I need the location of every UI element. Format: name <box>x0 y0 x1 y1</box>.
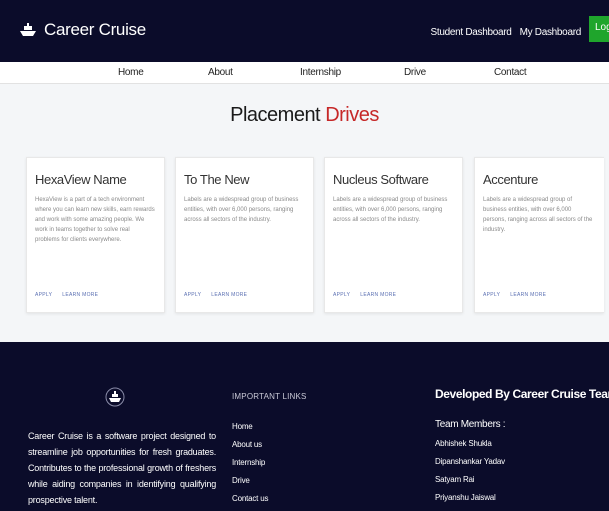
header-links: Student Dashboard My Dashboard Login <box>430 16 609 42</box>
footer-link-about[interactable]: About us <box>232 436 268 454</box>
important-links-list: Home About us Internship Drive Contact u… <box>232 418 268 508</box>
learn-more-link[interactable]: LEARN MORE <box>510 292 546 298</box>
learn-more-link[interactable]: LEARN MORE <box>360 292 396 298</box>
footer-link-home[interactable]: Home <box>232 418 268 436</box>
nav-contact[interactable]: Contact <box>494 67 527 78</box>
important-links-heading: IMPORTANT LINKS <box>232 392 307 401</box>
card-description: Labels are a widespread group of busines… <box>184 197 299 223</box>
team-members-list: Abhishek Shukla Dipanshankar Yadav Satya… <box>435 435 505 507</box>
student-dashboard-link[interactable]: Student Dashboard <box>430 27 511 38</box>
main-nav: Home About Internship Drive Contact <box>0 62 609 84</box>
nav-home[interactable]: Home <box>118 67 144 78</box>
apply-link[interactable]: APPLY <box>333 292 350 298</box>
apply-link[interactable]: APPLY <box>483 292 500 298</box>
drive-card-hexaview: HexaView Name HexaView is a part of a te… <box>26 157 165 313</box>
apply-link[interactable]: APPLY <box>35 292 52 298</box>
drive-card-accenture: Accenture Labels are a widespread group … <box>474 157 604 313</box>
team-member: Priyanshu Jaiswal <box>435 493 496 502</box>
apply-link[interactable]: APPLY <box>184 292 201 298</box>
ship-logo-icon <box>20 23 36 36</box>
team-member: Abhishek Shukla <box>435 439 492 448</box>
learn-more-link[interactable]: LEARN MORE <box>211 292 247 298</box>
login-button[interactable]: Login <box>589 16 609 42</box>
team-members-heading: Team Members : <box>435 419 506 430</box>
page-title-prefix: Placement <box>230 104 321 126</box>
developed-by-heading: Developed By Career Cruise Team <box>435 387 609 401</box>
team-member: Satyam Rai <box>435 475 475 484</box>
footer-link-internship[interactable]: Internship <box>232 454 268 472</box>
card-description: HexaView is a part of a tech environment… <box>35 197 155 243</box>
card-title: HexaView Name <box>35 172 127 187</box>
drive-card-nucleus-software: Nucleus Software Labels are a widespread… <box>324 157 463 313</box>
card-actions: APPLY LEARN MORE <box>483 292 546 298</box>
card-title: To The New <box>184 172 250 187</box>
team-member: Dipanshankar Yadav <box>435 457 505 466</box>
learn-more-link[interactable]: LEARN MORE <box>62 292 98 298</box>
nav-about[interactable]: About <box>208 67 233 78</box>
nav-drive[interactable]: Drive <box>404 67 426 78</box>
page-title-accent: Drives <box>325 104 379 126</box>
card-actions: APPLY LEARN MORE <box>333 292 396 298</box>
page-title: Placement Drives <box>0 104 609 127</box>
footer-link-contact[interactable]: Contact us <box>232 490 268 508</box>
top-header: Career Cruise Student Dashboard My Dashb… <box>0 0 609 62</box>
footer-link-drive[interactable]: Drive <box>232 472 268 490</box>
card-description: Labels are a widespread group of busines… <box>483 197 593 233</box>
card-actions: APPLY LEARN MORE <box>184 292 247 298</box>
my-dashboard-link[interactable]: My Dashboard <box>520 27 582 38</box>
card-title: Accenture <box>483 172 538 187</box>
footer: Career Cruise is a software project desi… <box>0 342 609 511</box>
brand[interactable]: Career Cruise <box>18 20 146 40</box>
footer-about-text: Career Cruise is a software project desi… <box>28 431 216 505</box>
ship-logo-icon <box>105 387 125 407</box>
nav-internship[interactable]: Internship <box>300 67 341 78</box>
drive-card-to-the-new: To The New Labels are a widespread group… <box>175 157 314 313</box>
brand-name: Career Cruise <box>44 20 146 39</box>
card-description: Labels are a widespread group of busines… <box>333 197 448 223</box>
card-title: Nucleus Software <box>333 172 429 187</box>
card-actions: APPLY LEARN MORE <box>35 292 98 298</box>
